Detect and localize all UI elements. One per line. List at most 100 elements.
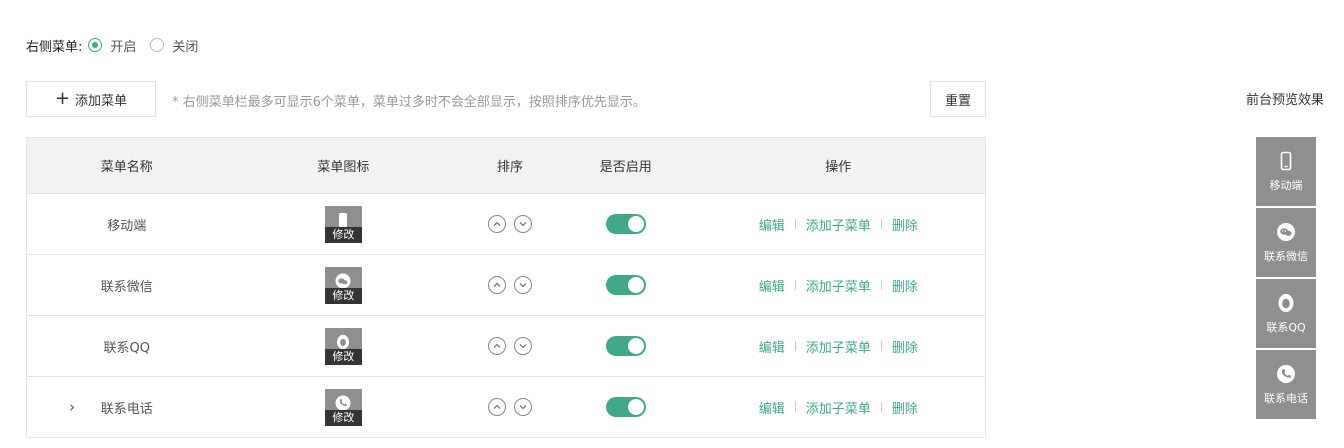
edit-link[interactable]: 编辑: [759, 398, 785, 417]
plus-icon: +: [54, 88, 71, 109]
menu-name: 移动端: [107, 218, 147, 234]
enabled-toggle[interactable]: [605, 336, 646, 356]
sort-cell: [460, 377, 560, 437]
wechat-icon: [335, 273, 351, 288]
table-row: 联系微信 修改 编辑 添加子菜单 删除: [27, 255, 985, 316]
qq-icon: [337, 334, 350, 349]
chevron-down-icon: [519, 283, 527, 288]
menu-name-cell: 移动端: [27, 194, 227, 254]
preview-item-label: 联系微信: [1264, 249, 1308, 263]
divider: [880, 341, 882, 351]
edit-icon-tag: 修改: [324, 409, 362, 426]
menu-icon-editor[interactable]: 修改: [324, 327, 362, 365]
sort-up-button[interactable]: [487, 337, 506, 355]
table-row: › 联系电话 修改 编辑 添加子菜单 删除: [27, 377, 985, 438]
actions-cell: 编辑 添加子菜单 删除: [692, 316, 985, 376]
sort-down-button[interactable]: [513, 276, 532, 294]
chevron-up-icon: [493, 343, 501, 348]
row-actions: 编辑 添加子菜单 删除: [759, 398, 918, 417]
chevron-up-icon: [493, 404, 501, 409]
table-row: 联系QQ 修改 编辑 添加子菜单 删除: [27, 316, 985, 377]
radio-enable-label: 开启: [110, 39, 137, 55]
divider: [794, 280, 796, 290]
sort-cell: [460, 194, 560, 254]
enabled-cell: [560, 255, 692, 315]
menu-icon-cell: 修改: [227, 377, 461, 437]
delete-link[interactable]: 删除: [892, 337, 918, 356]
qq-icon: [1278, 293, 1294, 312]
divider: [880, 219, 882, 229]
divider: [794, 219, 796, 229]
phone-icon: [335, 395, 351, 410]
sort-up-button[interactable]: [487, 276, 506, 294]
sort-cell: [460, 255, 560, 315]
enabled-toggle[interactable]: [605, 275, 646, 295]
actions-cell: 编辑 添加子菜单 删除: [692, 377, 985, 437]
menu-icon-editor[interactable]: 修改: [324, 205, 362, 243]
add-submenu-link[interactable]: 添加子菜单: [806, 276, 871, 295]
enabled-cell: [560, 316, 692, 376]
radio-disable[interactable]: 关闭: [150, 36, 198, 55]
edit-link[interactable]: 编辑: [759, 215, 785, 234]
menu-icon-editor[interactable]: 修改: [324, 266, 362, 304]
table-header: 菜单名称 菜单图标 排序 是否启用 操作: [27, 138, 985, 194]
header-sort: 排序: [496, 160, 523, 175]
delete-link[interactable]: 删除: [892, 276, 918, 295]
preview-item-phone[interactable]: 联系电话: [1256, 350, 1316, 419]
sort-cell: [460, 316, 560, 376]
add-submenu-link[interactable]: 添加子菜单: [806, 398, 871, 417]
row-actions: 编辑 添加子菜单 删除: [759, 215, 918, 234]
sidebar-menu-label: 右侧菜单:: [26, 39, 83, 55]
chevron-up-icon: [493, 221, 501, 226]
enabled-toggle[interactable]: [605, 214, 646, 234]
menu-icon-editor[interactable]: 修改: [324, 388, 362, 426]
edit-icon-tag: 修改: [324, 348, 362, 365]
divider: [794, 402, 796, 412]
delete-link[interactable]: 删除: [892, 215, 918, 234]
wechat-icon: [1277, 222, 1295, 241]
sort-down-button[interactable]: [513, 337, 532, 355]
row-actions: 编辑 添加子菜单 删除: [759, 276, 918, 295]
preview-item-qq[interactable]: 联系QQ: [1256, 279, 1316, 348]
radio-enable[interactable]: 开启: [88, 36, 136, 55]
reset-button[interactable]: 重置: [930, 81, 986, 117]
menu-icon-cell: 修改: [227, 194, 461, 254]
chevron-down-icon: [519, 405, 527, 410]
sort-up-button[interactable]: [487, 215, 506, 233]
actions-cell: 编辑 添加子菜单 删除: [692, 194, 985, 254]
sort-up-button[interactable]: [487, 398, 506, 416]
mobile-icon: [339, 212, 348, 227]
radio-disable-dot[interactable]: [150, 38, 165, 52]
enabled-cell: [560, 194, 692, 254]
divider: [794, 341, 796, 351]
preview-sidebar: 移动端 联系微信 联系QQ 联系电话: [1256, 137, 1316, 421]
sort-down-button[interactable]: [513, 215, 532, 233]
delete-link[interactable]: 删除: [892, 398, 918, 417]
menu-limit-hint: * 右侧菜单栏最多可显示6个菜单，菜单过多时不会全部显示，按照排序优先显示。: [172, 95, 646, 110]
chevron-down-icon: [519, 222, 527, 227]
row-actions: 编辑 添加子菜单 删除: [759, 337, 918, 356]
add-menu-button[interactable]: + 添加菜单: [26, 81, 156, 117]
chevron-up-icon: [493, 282, 501, 287]
chevron-right-icon[interactable]: ›: [69, 398, 75, 416]
edit-link[interactable]: 编辑: [759, 276, 785, 295]
preview-item-wechat[interactable]: 联系微信: [1256, 208, 1316, 277]
divider: [880, 280, 882, 290]
header-menu-icon: 菜单图标: [317, 160, 370, 175]
radio-enable-dot[interactable]: [88, 38, 103, 52]
menu-name: 联系电话: [100, 401, 153, 417]
menu-name-cell: 联系微信: [27, 255, 227, 315]
preview-item-mobile[interactable]: 移动端: [1256, 137, 1316, 206]
add-submenu-link[interactable]: 添加子菜单: [806, 337, 871, 356]
preview-item-label: 联系电话: [1264, 391, 1308, 405]
add-menu-label: 添加菜单: [75, 93, 128, 109]
sort-down-button[interactable]: [513, 398, 532, 416]
enabled-toggle[interactable]: [605, 397, 646, 417]
mobile-icon: [1280, 151, 1292, 170]
add-submenu-link[interactable]: 添加子菜单: [806, 215, 871, 234]
menu-name: 联系微信: [100, 279, 153, 295]
divider: [880, 402, 882, 412]
edit-link[interactable]: 编辑: [759, 337, 785, 356]
table-row: 移动端 修改 编辑 添加子菜单 删除: [27, 194, 985, 255]
header-actions: 操作: [825, 160, 852, 175]
